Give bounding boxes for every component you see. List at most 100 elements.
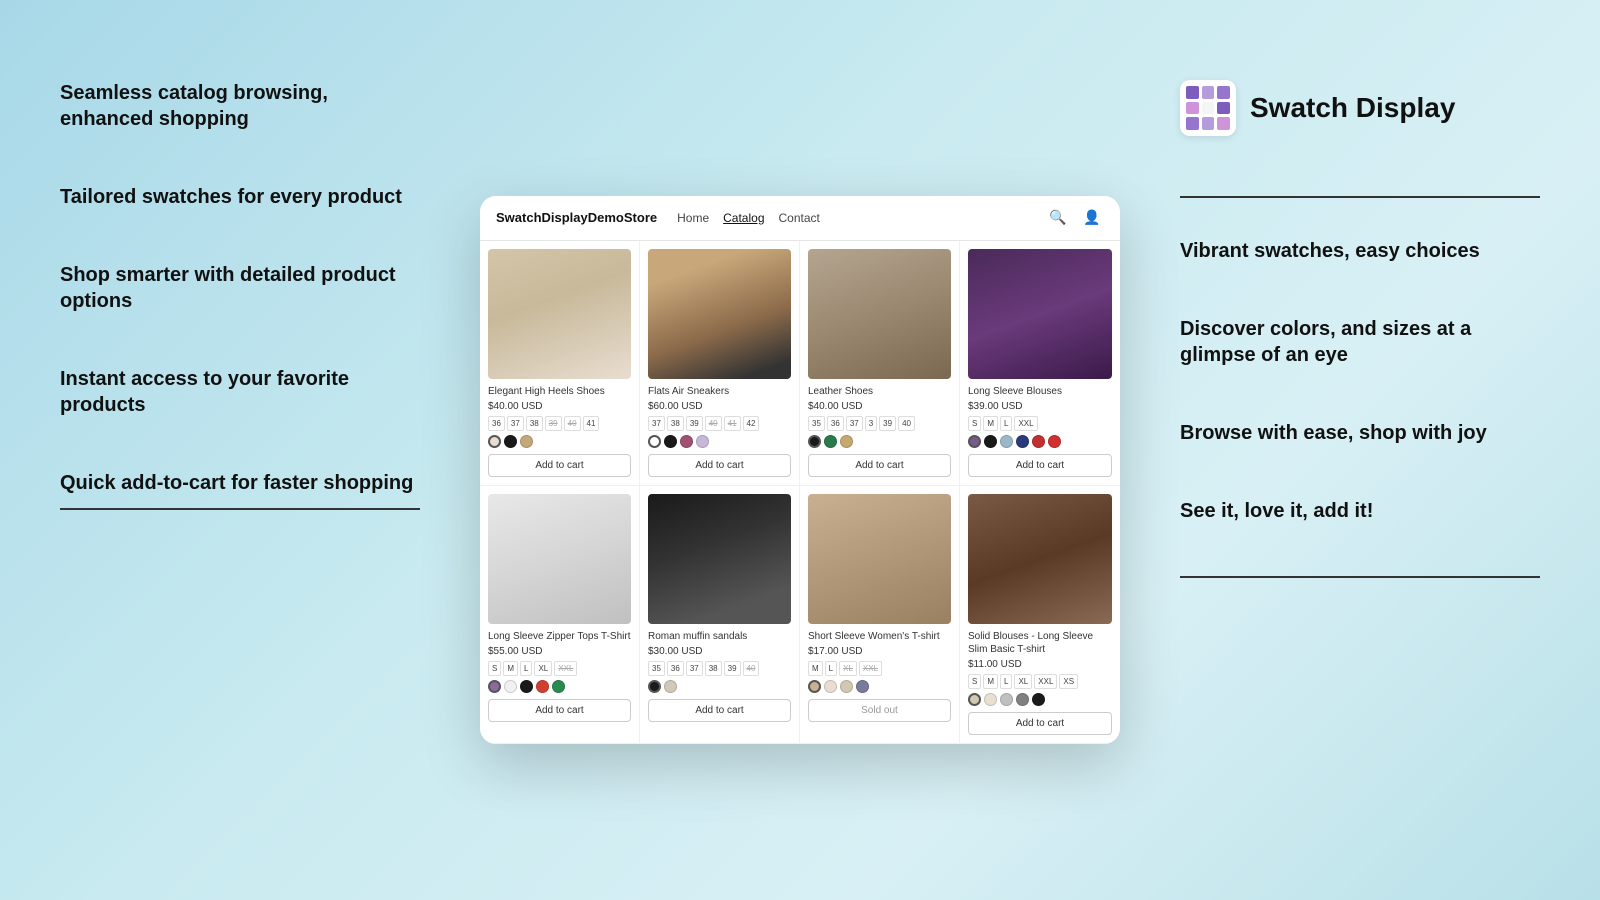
swatch-p7-2[interactable] <box>840 680 853 693</box>
size-tag-p4-XXL[interactable]: XXL <box>1014 416 1037 431</box>
size-tag-p2-39[interactable]: 39 <box>686 416 703 431</box>
feature-text-2: Tailored swatches for every product <box>60 186 402 208</box>
size-tag-p6-35[interactable]: 35 <box>648 661 665 676</box>
swatch-p2-1[interactable] <box>664 435 677 448</box>
size-tag-p1-41[interactable]: 41 <box>583 416 600 431</box>
size-tag-p6-36[interactable]: 36 <box>667 661 684 676</box>
search-icon[interactable]: 🔍 <box>1046 206 1070 230</box>
nav-home[interactable]: Home <box>677 211 709 225</box>
swatch-p7-1[interactable] <box>824 680 837 693</box>
nav-catalog[interactable]: Catalog <box>723 211 764 225</box>
account-icon[interactable]: 👤 <box>1080 206 1104 230</box>
product-price-p7: $17.00 USD <box>808 646 951 657</box>
size-tag-p5-XL[interactable]: XL <box>534 661 552 676</box>
size-tag-p3-40[interactable]: 40 <box>898 416 915 431</box>
swatch-p8-4[interactable] <box>1032 693 1045 706</box>
right-feature-text-3: Browse with ease, shop with joy <box>1180 422 1487 444</box>
size-tag-p2-38[interactable]: 38 <box>667 416 684 431</box>
product-image-p2 <box>648 249 791 379</box>
size-tag-p2-42[interactable]: 42 <box>743 416 760 431</box>
product-card-p5: Long Sleeve Zipper Tops T-Shirt$55.00 US… <box>480 486 640 744</box>
logo-cell-5 <box>1202 102 1215 115</box>
swatch-p1-1[interactable] <box>504 435 517 448</box>
size-tag-p2-37[interactable]: 37 <box>648 416 665 431</box>
size-tag-p3-35[interactable]: 35 <box>808 416 825 431</box>
swatch-p3-2[interactable] <box>840 435 853 448</box>
swatch-p2-2[interactable] <box>680 435 693 448</box>
size-tag-p8-L[interactable]: L <box>1000 674 1012 689</box>
size-tag-p3-39[interactable]: 39 <box>879 416 896 431</box>
nav-contact[interactable]: Contact <box>779 211 820 225</box>
size-tag-p6-37[interactable]: 37 <box>686 661 703 676</box>
size-tag-p3-36[interactable]: 36 <box>827 416 844 431</box>
swatch-p1-0[interactable] <box>488 435 501 448</box>
size-tag-p3-37[interactable]: 37 <box>846 416 863 431</box>
swatch-p4-5[interactable] <box>1048 435 1061 448</box>
add-to-cart-btn-p8[interactable]: Add to cart <box>968 712 1112 735</box>
product-price-p8: $11.00 USD <box>968 659 1112 670</box>
swatch-p5-4[interactable] <box>552 680 565 693</box>
size-tag-p7-L[interactable]: L <box>825 661 837 676</box>
size-tag-p6-38[interactable]: 38 <box>705 661 722 676</box>
size-tag-p8-XL[interactable]: XL <box>1014 674 1032 689</box>
swatch-p5-3[interactable] <box>536 680 549 693</box>
logo-cell-6 <box>1217 102 1230 115</box>
size-tag-p8-M[interactable]: M <box>983 674 998 689</box>
swatch-p1-2[interactable] <box>520 435 533 448</box>
size-tag-p6-40[interactable]: 40 <box>743 661 760 676</box>
size-tag-p7-XXL[interactable]: XXL <box>859 661 882 676</box>
size-tag-p8-XS[interactable]: XS <box>1059 674 1078 689</box>
add-to-cart-btn-p4[interactable]: Add to cart <box>968 454 1112 477</box>
size-tag-p4-L[interactable]: L <box>1000 416 1012 431</box>
swatch-p5-2[interactable] <box>520 680 533 693</box>
swatch-p4-2[interactable] <box>1000 435 1013 448</box>
logo-cell-7 <box>1186 117 1199 130</box>
swatch-p4-1[interactable] <box>984 435 997 448</box>
swatch-p8-3[interactable] <box>1016 693 1029 706</box>
size-tag-p7-M[interactable]: M <box>808 661 823 676</box>
add-to-cart-btn-p5[interactable]: Add to cart <box>488 699 631 722</box>
size-tag-p2-41[interactable]: 41 <box>724 416 741 431</box>
swatch-p6-0[interactable] <box>648 680 661 693</box>
size-tag-p1-39[interactable]: 39 <box>545 416 562 431</box>
size-tag-p7-XL[interactable]: XL <box>839 661 857 676</box>
swatch-p4-3[interactable] <box>1016 435 1029 448</box>
product-price-p1: $40.00 USD <box>488 401 631 412</box>
swatch-p5-1[interactable] <box>504 680 517 693</box>
size-tag-p5-S[interactable]: S <box>488 661 501 676</box>
add-to-cart-btn-p3[interactable]: Add to cart <box>808 454 951 477</box>
size-tag-p1-40[interactable]: 40 <box>564 416 581 431</box>
swatch-p7-0[interactable] <box>808 680 821 693</box>
size-tag-p8-S[interactable]: S <box>968 674 981 689</box>
size-tag-p5-L[interactable]: L <box>520 661 532 676</box>
feature-item-3: Shop smarter with detailed product optio… <box>60 262 420 314</box>
size-tag-p4-S[interactable]: S <box>968 416 981 431</box>
swatch-p4-4[interactable] <box>1032 435 1045 448</box>
swatch-p2-0[interactable] <box>648 435 661 448</box>
size-tag-p1-36[interactable]: 36 <box>488 416 505 431</box>
size-tag-p5-XXL[interactable]: XXL <box>554 661 577 676</box>
size-tag-p1-38[interactable]: 38 <box>526 416 543 431</box>
swatch-p3-0[interactable] <box>808 435 821 448</box>
swatch-p4-0[interactable] <box>968 435 981 448</box>
size-tag-p8-XXL[interactable]: XXL <box>1034 674 1057 689</box>
swatch-p5-0[interactable] <box>488 680 501 693</box>
size-tag-p2-40[interactable]: 40 <box>705 416 722 431</box>
brand-logo <box>1180 80 1236 136</box>
swatch-p3-1[interactable] <box>824 435 837 448</box>
add-to-cart-btn-p6[interactable]: Add to cart <box>648 699 791 722</box>
swatch-p8-2[interactable] <box>1000 693 1013 706</box>
size-tag-p1-37[interactable]: 37 <box>507 416 524 431</box>
size-tag-p3-3[interactable]: 3 <box>865 416 877 431</box>
swatch-p6-1[interactable] <box>664 680 677 693</box>
swatch-p2-3[interactable] <box>696 435 709 448</box>
swatch-p7-3[interactable] <box>856 680 869 693</box>
add-to-cart-btn-p2[interactable]: Add to cart <box>648 454 791 477</box>
size-tag-p6-39[interactable]: 39 <box>724 661 741 676</box>
size-tag-p5-M[interactable]: M <box>503 661 518 676</box>
swatch-p8-1[interactable] <box>984 693 997 706</box>
swatch-p8-0[interactable] <box>968 693 981 706</box>
feature-item-1: Seamless catalog browsing, enhanced shop… <box>60 80 420 132</box>
add-to-cart-btn-p1[interactable]: Add to cart <box>488 454 631 477</box>
size-tag-p4-M[interactable]: M <box>983 416 998 431</box>
